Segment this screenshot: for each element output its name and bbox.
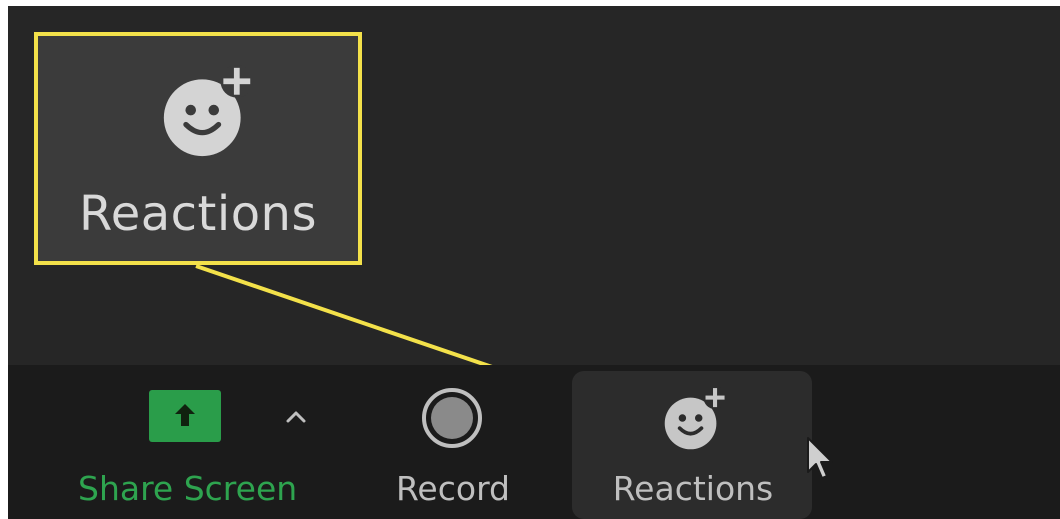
mouse-cursor-icon: [807, 437, 833, 479]
callout-label: Reactions: [79, 186, 317, 242]
record-label: Record: [395, 469, 511, 508]
reactions-callout: Reactions: [34, 32, 362, 265]
record-icon: [422, 388, 482, 448]
emoji-add-icon: [664, 386, 727, 450]
caret-up-icon[interactable]: [278, 402, 314, 432]
reactions-label: Reactions: [612, 469, 774, 508]
share-screen-label: Share Screen: [78, 469, 298, 508]
meeting-window: Reactions Share Screen Record Reactions: [8, 6, 1060, 519]
share-screen-icon: [149, 390, 221, 442]
emoji-add-icon: [163, 64, 254, 157]
